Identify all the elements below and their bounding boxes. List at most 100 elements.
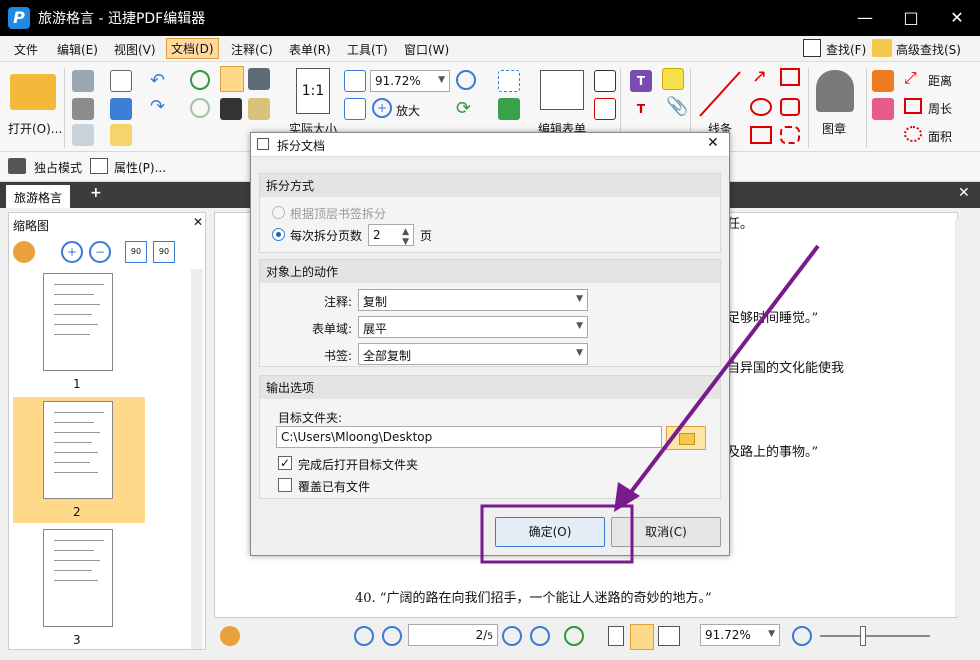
page-number-input[interactable]: 2/5 [408,624,498,646]
exclusive-mode-button[interactable]: 独占模式 [34,159,82,176]
tab-document[interactable]: 旅游格言 [6,185,71,208]
nav-back-icon[interactable] [564,626,584,646]
target-folder-input[interactable]: C:\Users\Mloong\Desktop [276,426,662,448]
hand-tool-icon[interactable] [220,66,244,92]
find-menu[interactable]: 查找(F) [826,41,866,58]
redo-icon[interactable]: ↷ [150,96,165,117]
export-icon[interactable] [72,124,94,146]
prev-page-icon[interactable] [382,626,402,646]
rotate-right-icon[interactable]: 90 [153,241,175,263]
attach-icon[interactable]: 📎 [666,96,688,117]
menu-form[interactable]: 表单(R) [289,41,331,58]
textbox-field-icon[interactable] [498,70,520,92]
form-field-select[interactable]: 展平 ▼ [358,316,588,338]
close-panel-icon[interactable]: ✕ [193,215,203,229]
line-icon[interactable] [696,68,744,120]
pages-per-split-input[interactable]: 2 ▲ ▼ [368,224,414,247]
ellipse-icon[interactable] [750,98,772,116]
menu-window[interactable]: 窗口(W) [404,41,449,58]
zoom-in-label[interactable]: 放大 [396,102,420,119]
zoom-select[interactable]: 91.72% ▼ [370,70,450,92]
rectangle-icon[interactable] [750,126,772,144]
zoom-out-icon[interactable] [792,626,812,646]
facing-page-icon[interactable] [658,626,680,646]
advanced-find-menu[interactable]: 高级查找(S) [896,41,961,58]
actual-size-icon[interactable]: 1:1 [296,68,330,114]
rotate-icon[interactable]: ⟳ [456,98,471,119]
radio-pages[interactable] [272,228,285,241]
thumbnail-scrollbar[interactable] [191,269,203,649]
text-field-icon[interactable] [594,98,616,120]
zoom-in-icon[interactable] [456,70,476,90]
distance-tool[interactable]: 距离 [928,72,952,89]
fit-page-icon[interactable] [344,70,366,92]
maximize-button[interactable]: □ [888,0,934,36]
first-page-icon[interactable] [354,626,374,646]
thumb-zoom-in-icon[interactable]: + [61,241,83,263]
settings-gear-icon[interactable] [13,241,35,263]
new-doc-icon[interactable] [110,124,132,146]
close-tab-icon[interactable]: ✕ [958,185,970,201]
strikeout-icon[interactable]: T [630,98,652,120]
select-text-icon[interactable] [220,98,242,120]
edit-form-icon[interactable] [540,70,584,110]
nav-settings-icon[interactable] [220,626,240,646]
zoom-slider[interactable] [820,635,930,637]
continuous-page-icon[interactable] [630,624,654,650]
undo-icon[interactable]: ↶ [150,70,165,91]
snapshot-icon[interactable] [248,68,270,90]
close-window-button[interactable]: ✕ [934,0,980,36]
open-folder-icon[interactable] [10,74,56,110]
arrow-icon[interactable]: ↗ [752,66,767,87]
bookmark-select[interactable]: 全部复制 ▼ [358,343,588,365]
add-tab-icon[interactable]: + [90,185,102,201]
cancel-button[interactable]: 取消(C) [611,517,721,547]
page-thumbnail[interactable] [43,273,113,371]
menu-edit[interactable]: 编辑(E) [57,41,98,58]
document-scrollbar[interactable] [955,219,967,617]
print-icon[interactable] [72,98,94,120]
fit-width-icon[interactable] [344,98,366,120]
text-box-icon[interactable] [594,70,616,92]
note-icon[interactable] [662,68,684,90]
typewriter-icon[interactable]: T [630,70,652,92]
email-icon[interactable] [110,70,132,92]
perimeter-tool[interactable]: 周长 [928,100,952,117]
forward-icon[interactable] [190,98,210,118]
page-thumbnail[interactable] [43,529,113,627]
single-page-icon[interactable] [608,626,624,646]
polygon-line-icon[interactable] [780,68,800,86]
scan-icon[interactable] [110,98,132,120]
menu-comment[interactable]: 注释(C) [231,41,273,58]
back-icon[interactable] [190,70,210,90]
rotate-left-icon[interactable]: 90 [125,241,147,263]
ok-button[interactable]: 确定(O) [495,517,605,547]
menu-tools[interactable]: 工具(T) [347,41,388,58]
save-icon[interactable] [72,70,94,92]
pentagon-icon[interactable] [780,98,800,116]
dialog-close-icon[interactable]: ✕ [707,135,719,151]
menu-file[interactable]: 文件 [14,41,38,58]
eraser-icon[interactable] [872,98,894,120]
menu-view[interactable]: 视图(V) [114,41,156,58]
thumb-zoom-out-icon[interactable]: − [89,241,111,263]
paste-icon[interactable] [248,98,270,120]
open-button[interactable]: 打开(O)... [8,120,62,137]
next-page-icon[interactable] [502,626,522,646]
annotation-select[interactable]: 复制 ▼ [358,289,588,311]
minimize-button[interactable]: — [842,0,888,36]
properties-button[interactable]: 属性(P)... [114,159,166,176]
zoom-plus-icon[interactable]: + [372,98,392,118]
bottom-zoom-select[interactable]: 91.72% ▼ [700,624,780,646]
stamp-icon[interactable] [816,70,854,112]
last-page-icon[interactable] [530,626,550,646]
open-after-checkbox[interactable]: ✓ [278,456,292,470]
overwrite-checkbox[interactable] [278,478,292,492]
page-thumbnail[interactable] [43,401,113,499]
pencil-icon[interactable] [872,70,894,92]
browse-folder-button[interactable] [666,426,706,450]
cloud-icon[interactable] [780,126,800,144]
menu-document[interactable]: 文档(D) [166,38,219,59]
add-field-icon[interactable] [498,98,520,120]
area-tool[interactable]: 面积 [928,128,952,145]
